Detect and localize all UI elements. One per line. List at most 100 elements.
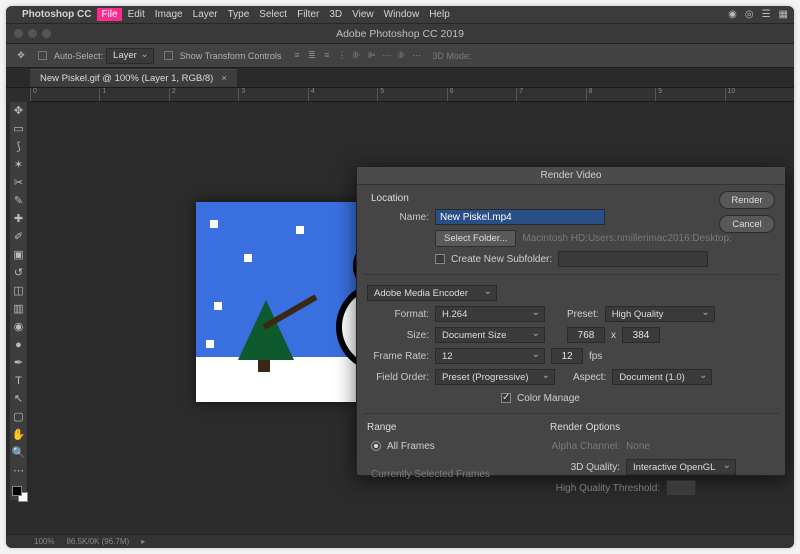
move-tool-icon: ✥ bbox=[14, 50, 28, 61]
folder-path: Macintosh HD:Users:nmillerimac2016:Deskt… bbox=[522, 233, 732, 244]
quality3d-dropdown[interactable]: Interactive OpenGL bbox=[626, 459, 736, 475]
cancel-button[interactable]: Cancel bbox=[719, 215, 775, 233]
path-tool-icon[interactable]: ↖ bbox=[12, 392, 26, 406]
preset-dropdown[interactable]: High Quality bbox=[605, 306, 715, 322]
name-input[interactable] bbox=[435, 209, 605, 225]
select-folder-button[interactable]: Select Folder... bbox=[435, 230, 516, 247]
wand-tool-icon[interactable]: ✶ bbox=[12, 158, 26, 172]
brush-tool-icon[interactable]: ✐ bbox=[12, 230, 26, 244]
eraser-tool-icon[interactable]: ◫ bbox=[12, 284, 26, 298]
marquee-tool-icon[interactable]: ▭ bbox=[12, 122, 26, 136]
range-heading: Range bbox=[367, 422, 540, 433]
status-bar: 100% 86.5K/0K (96.7M) ▸ bbox=[6, 534, 794, 548]
tray-icon[interactable]: ☰ bbox=[762, 9, 771, 20]
framerate-label: Frame Rate: bbox=[367, 351, 429, 362]
menu-help[interactable]: Help bbox=[429, 9, 450, 20]
dialog-title: Render Video bbox=[357, 167, 785, 185]
hq-threshold-input bbox=[666, 480, 696, 496]
tray-icon[interactable]: ◉ bbox=[728, 9, 737, 20]
fps-unit: fps bbox=[589, 351, 602, 362]
framerate-dropdown[interactable]: 12 bbox=[435, 348, 545, 364]
fps-input[interactable] bbox=[551, 348, 583, 364]
tray-icon[interactable]: ◎ bbox=[745, 9, 754, 20]
size-dropdown[interactable]: Document Size bbox=[435, 327, 545, 343]
ruler-horizontal: 012345678910 bbox=[30, 88, 794, 102]
menu-edit[interactable]: Edit bbox=[128, 9, 145, 20]
type-tool-icon[interactable]: T bbox=[12, 374, 26, 388]
align-icon[interactable]: ⋯ bbox=[411, 50, 422, 61]
blur-tool-icon[interactable]: ◉ bbox=[12, 320, 26, 334]
fieldorder-dropdown[interactable]: Preset (Progressive) bbox=[435, 369, 555, 385]
status-chevron-icon[interactable]: ▸ bbox=[141, 537, 145, 546]
macos-menubar: Photoshop CC File Edit Image Layer Type … bbox=[6, 6, 794, 24]
menu-file[interactable]: File bbox=[97, 8, 121, 21]
menu-type[interactable]: Type bbox=[228, 9, 250, 20]
move-tool-icon[interactable]: ✥ bbox=[12, 104, 26, 118]
heal-tool-icon[interactable]: ✚ bbox=[12, 212, 26, 226]
auto-select-dropdown: Layer bbox=[106, 48, 154, 64]
menubar-tray: ◉ ◎ ☰ ▦ bbox=[728, 9, 788, 20]
menu-window[interactable]: Window bbox=[384, 9, 420, 20]
align-icon[interactable]: ⊪ bbox=[351, 50, 362, 61]
tray-icon[interactable]: ▦ bbox=[779, 9, 788, 20]
dodge-tool-icon[interactable]: ● bbox=[12, 338, 26, 352]
subfolder-input[interactable] bbox=[558, 251, 708, 267]
align-icon[interactable]: ⋮ bbox=[336, 50, 347, 61]
status-doc-size: 86.5K/0K (96.7M) bbox=[66, 537, 129, 546]
crop-tool-icon[interactable]: ✂ bbox=[12, 176, 26, 190]
pen-tool-icon[interactable]: ✒ bbox=[12, 356, 26, 370]
align-icon[interactable]: ≣ bbox=[306, 50, 317, 61]
x-label: x bbox=[611, 330, 616, 341]
create-subfolder-checkbox[interactable] bbox=[435, 254, 445, 264]
status-zoom[interactable]: 100% bbox=[34, 537, 54, 546]
menu-3d[interactable]: 3D bbox=[329, 9, 342, 20]
name-label: Name: bbox=[367, 212, 429, 223]
window-controls[interactable] bbox=[14, 29, 51, 38]
hand-tool-icon[interactable]: ✋ bbox=[12, 428, 26, 442]
quality3d-label: 3D Quality: bbox=[550, 462, 620, 473]
menu-layer[interactable]: Layer bbox=[193, 9, 218, 20]
menu-select[interactable]: Select bbox=[259, 9, 287, 20]
show-transform-field[interactable]: Show Transform Controls bbox=[164, 51, 282, 61]
window-titlebar: Adobe Photoshop CC 2019 bbox=[6, 24, 794, 44]
zoom-tool-icon[interactable]: 🔍 bbox=[12, 446, 26, 460]
lasso-tool-icon[interactable]: ⟆ bbox=[12, 140, 26, 154]
hq-threshold-label: High Quality Threshold: bbox=[550, 483, 660, 494]
aspect-dropdown[interactable]: Document (1.0) bbox=[612, 369, 712, 385]
shape-tool-icon[interactable]: ▢ bbox=[12, 410, 26, 424]
align-icon[interactable]: ⋯ bbox=[381, 50, 392, 61]
location-heading: Location bbox=[371, 193, 775, 204]
alpha-label: Alpha Channel: bbox=[550, 441, 620, 452]
all-frames-radio[interactable] bbox=[371, 441, 381, 451]
preset-label: Preset: bbox=[567, 309, 599, 320]
encoder-dropdown[interactable]: Adobe Media Encoder bbox=[367, 285, 497, 301]
align-icon[interactable]: ≡ bbox=[291, 50, 302, 61]
history-tool-icon[interactable]: ↺ bbox=[12, 266, 26, 280]
auto-select-field[interactable]: Auto-Select: Layer bbox=[38, 48, 154, 64]
toolbox: ✥ ▭ ⟆ ✶ ✂ ✎ ✚ ✐ ▣ ↺ ◫ ▥ ◉ ● ✒ T ↖ ▢ ✋ 🔍 … bbox=[10, 102, 28, 500]
align-icon[interactable]: ⊫ bbox=[366, 50, 377, 61]
height-input[interactable] bbox=[622, 327, 660, 343]
render-button[interactable]: Render bbox=[719, 191, 775, 209]
mode-3d-label: 3D Mode: bbox=[432, 51, 471, 61]
color-manage-checkbox[interactable] bbox=[501, 393, 511, 403]
width-input[interactable] bbox=[567, 327, 605, 343]
gradient-tool-icon[interactable]: ▥ bbox=[12, 302, 26, 316]
align-icon[interactable]: ⊪ bbox=[396, 50, 407, 61]
eyedropper-tool-icon[interactable]: ✎ bbox=[12, 194, 26, 208]
create-subfolder-label: Create New Subfolder: bbox=[451, 254, 552, 265]
document-tab[interactable]: New Piskel.gif @ 100% (Layer 1, RGB/8) × bbox=[30, 69, 237, 87]
app-menu[interactable]: Photoshop CC bbox=[22, 9, 91, 20]
menu-view[interactable]: View bbox=[352, 9, 374, 20]
align-icon[interactable]: ≡ bbox=[321, 50, 332, 61]
menu-filter[interactable]: Filter bbox=[297, 9, 319, 20]
close-tab-icon[interactable]: × bbox=[221, 73, 227, 84]
stamp-tool-icon[interactable]: ▣ bbox=[12, 248, 26, 262]
edit-toolbar-icon[interactable]: ⋯ bbox=[12, 464, 26, 478]
color-swatch[interactable] bbox=[12, 486, 26, 500]
window-title: Adobe Photoshop CC 2019 bbox=[336, 28, 464, 40]
format-dropdown[interactable]: H.264 bbox=[435, 306, 545, 322]
all-frames-label: All Frames bbox=[387, 441, 435, 452]
size-label: Size: bbox=[367, 330, 429, 341]
menu-image[interactable]: Image bbox=[155, 9, 183, 20]
